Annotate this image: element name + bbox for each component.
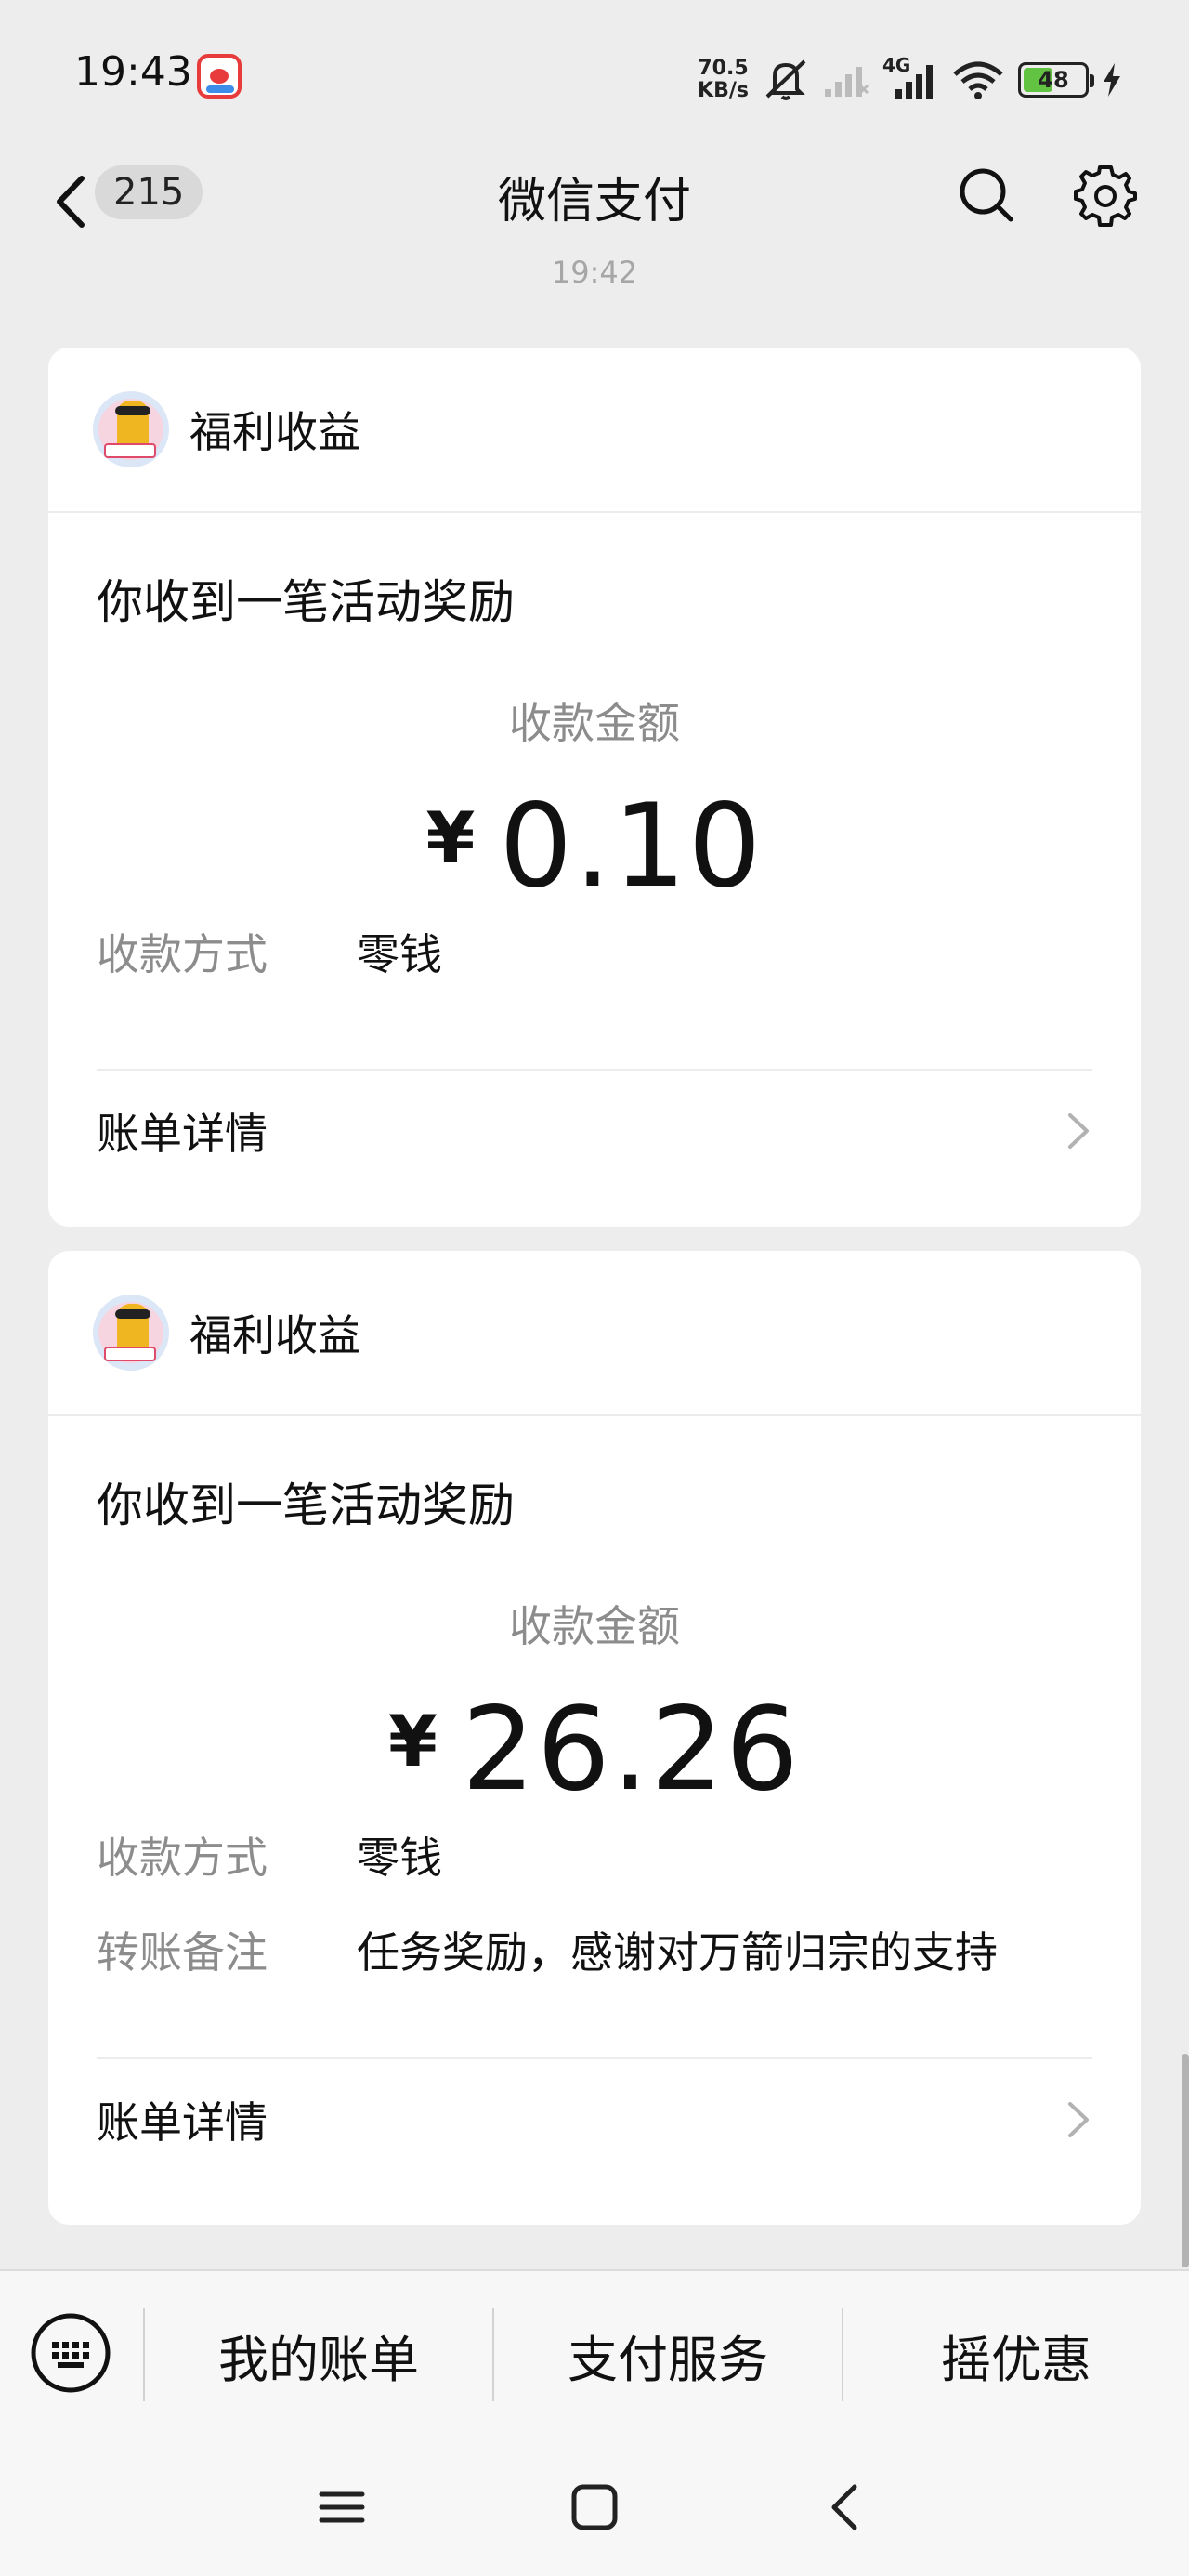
amount-label: 收款金额 xyxy=(509,1601,680,1651)
card-body: 你收到一笔活动奖励 收款金额 ¥ 26.26 收款方式 零钱 转账备注 任务奖励… xyxy=(48,1468,1141,2180)
mute-icon xyxy=(765,59,806,100)
battery-cap xyxy=(1090,74,1094,87)
info-row-transfer-note: 转账备注 任务奖励，感谢对万箭归宗的支持 xyxy=(97,1907,1092,1992)
status-bar: 19:43 70.5 KB/s 4G 48 xyxy=(0,0,1189,139)
scrollbar-thumb[interactable] xyxy=(1182,2054,1189,2267)
payment-card[interactable]: 福利收益 你收到一笔活动奖励 收款金额 ¥ 0.10 收款方式 零钱 账单详情 xyxy=(48,348,1141,1227)
back-icon[interactable] xyxy=(819,2479,875,2535)
card-header[interactable]: 福利收益 xyxy=(48,348,1141,513)
amount-label: 收款金额 xyxy=(509,698,680,748)
currency-symbol: ¥ xyxy=(425,795,476,879)
bill-details-label: 账单详情 xyxy=(97,1109,268,1159)
system-nav-bar xyxy=(0,2437,1189,2576)
chevron-right-icon xyxy=(1068,1113,1089,1149)
menu-shake-deals[interactable]: 摇优惠 xyxy=(843,2271,1189,2438)
status-time: 19:43 xyxy=(74,48,192,96)
menu-payment-services[interactable]: 支付服务 xyxy=(494,2271,842,2438)
info-value: 零钱 xyxy=(357,1833,442,1883)
info-row-payment-method: 收款方式 零钱 xyxy=(97,1812,1092,1898)
card-header[interactable]: 福利收益 xyxy=(48,1251,1141,1416)
card-body: 你收到一笔活动奖励 收款金额 ¥ 0.10 收款方式 零钱 账单详情 xyxy=(48,565,1141,1191)
currency-symbol: ¥ xyxy=(388,1699,438,1782)
amount-value: 26.26 xyxy=(461,1683,801,1817)
amount: ¥ 26.26 xyxy=(97,1683,1092,1817)
network-speed: 70.5 KB/s xyxy=(698,58,749,102)
home-icon[interactable] xyxy=(567,2479,622,2535)
amount-value: 0.10 xyxy=(499,780,764,913)
status-icons: 70.5 KB/s 4G 48 xyxy=(698,54,1122,106)
chevron-right-icon xyxy=(1068,2102,1089,2137)
keyboard-toggle-icon[interactable] xyxy=(30,2312,111,2394)
screen: 19:43 70.5 KB/s 4G 48 215 微信支付 19:42 福利收… xyxy=(0,0,1189,2576)
charging-icon xyxy=(1104,63,1120,97)
battery-icon: 48 xyxy=(1018,62,1094,98)
bill-details-link[interactable]: 账单详情 xyxy=(97,1071,1092,1191)
nav-bar: 215 微信支付 xyxy=(0,139,1189,269)
source-avatar[interactable] xyxy=(93,1295,169,1371)
info-value: 任务奖励，感谢对万箭归宗的支持 xyxy=(357,1927,998,1978)
app-notification-icon xyxy=(197,54,242,99)
bill-details-label: 账单详情 xyxy=(97,2097,268,2148)
info-row-payment-method: 收款方式 零钱 xyxy=(97,909,1092,994)
menu-my-bills[interactable]: 我的账单 xyxy=(145,2271,492,2438)
source-name: 福利收益 xyxy=(189,407,360,457)
message-timestamp: 19:42 xyxy=(551,255,638,290)
network-speed-value: 70.5 xyxy=(698,57,749,80)
network-speed-unit: KB/s xyxy=(698,79,749,102)
payment-card[interactable]: 福利收益 你收到一笔活动奖励 收款金额 ¥ 26.26 收款方式 零钱 转账备注… xyxy=(48,1251,1141,2225)
notice-title: 你收到一笔活动奖励 xyxy=(97,575,515,629)
notice-title: 你收到一笔活动奖励 xyxy=(97,1479,515,1532)
info-key: 收款方式 xyxy=(97,1833,268,1883)
source-avatar[interactable] xyxy=(93,391,169,467)
source-name: 福利收益 xyxy=(189,1310,360,1360)
amount: ¥ 0.10 xyxy=(97,780,1092,913)
signal-4g-icon: 4G xyxy=(882,54,938,100)
menu-icon[interactable] xyxy=(314,2479,370,2535)
info-key: 转账备注 xyxy=(97,1927,268,1978)
wifi-icon xyxy=(953,61,1003,99)
info-value: 零钱 xyxy=(357,929,442,979)
bill-details-link[interactable]: 账单详情 xyxy=(97,2059,1092,2180)
battery-level: 48 xyxy=(1038,67,1069,93)
signal-empty-icon xyxy=(825,67,869,97)
service-menu-bar: 我的账单 支付服务 摇优惠 xyxy=(0,2269,1189,2437)
gear-icon[interactable] xyxy=(1074,164,1137,227)
info-key: 收款方式 xyxy=(97,929,268,979)
search-icon[interactable] xyxy=(957,165,1016,225)
